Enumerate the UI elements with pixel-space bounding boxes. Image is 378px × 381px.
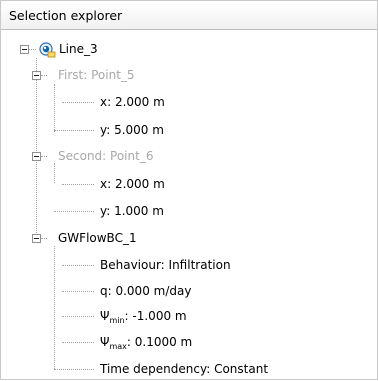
- line-object-icon: [39, 42, 56, 58]
- tree-item-y[interactable]: y: 5.000 m: [100, 123, 164, 137]
- tree-item-second-point[interactable]: Second: Point_6: [58, 149, 153, 163]
- tree-connector: [54, 211, 94, 212]
- tree-connector: [62, 184, 94, 185]
- tree-item-x[interactable]: x: 2.000 m: [100, 95, 165, 109]
- tree-connector: [41, 238, 47, 239]
- tree-item-line[interactable]: Line_3: [59, 42, 98, 56]
- collapse-toggle[interactable]: [32, 152, 41, 161]
- tree-item-psi-max[interactable]: Ψmax: 0.1000 m: [100, 335, 192, 354]
- tree-item-psi-min[interactable]: Ψmin: -1.000 m: [100, 309, 187, 328]
- tree-connector: [62, 291, 94, 292]
- collapse-toggle[interactable]: [32, 234, 41, 243]
- collapse-toggle[interactable]: [32, 71, 41, 80]
- tree-connector: [36, 58, 37, 237]
- tree-connector: [62, 342, 94, 343]
- tree-item-gwflowbc[interactable]: GWFlowBC_1: [58, 231, 137, 245]
- tree-connector: [62, 316, 94, 317]
- tree-connector: [62, 265, 94, 266]
- collapse-toggle[interactable]: [20, 45, 29, 54]
- tree-item-time-dependency[interactable]: Time dependency: Constant: [100, 362, 268, 376]
- tree-connector: [54, 246, 55, 369]
- tree-connector: [54, 84, 55, 132]
- tree-item-y[interactable]: y: 1.000 m: [100, 204, 164, 218]
- tree-item-first-point[interactable]: First: Point_5: [58, 68, 135, 82]
- tree-item-behaviour[interactable]: Behaviour: Infiltration: [100, 258, 231, 272]
- psi-min-value: : -1.000 m: [124, 309, 187, 323]
- tree-connector: [28, 49, 36, 50]
- selection-tree-panel: [0, 29, 378, 380]
- panel-title: Selection explorer: [9, 8, 123, 23]
- tree-connector: [41, 156, 47, 157]
- tree-connector: [41, 75, 47, 76]
- panel-header: Selection explorer: [0, 0, 378, 30]
- tree-connector: [54, 369, 94, 370]
- psi-max-subscript: max: [109, 342, 127, 351]
- tree-item-q[interactable]: q: 0.000 m/day: [100, 284, 191, 298]
- psi-max-value: : 0.1000 m: [126, 335, 193, 349]
- tree-connector: [62, 102, 94, 103]
- tree-item-x[interactable]: x: 2.000 m: [100, 177, 165, 191]
- tree-connector: [54, 130, 94, 131]
- psi-min-subscript: min: [109, 316, 125, 325]
- tree-connector: [54, 163, 55, 183]
